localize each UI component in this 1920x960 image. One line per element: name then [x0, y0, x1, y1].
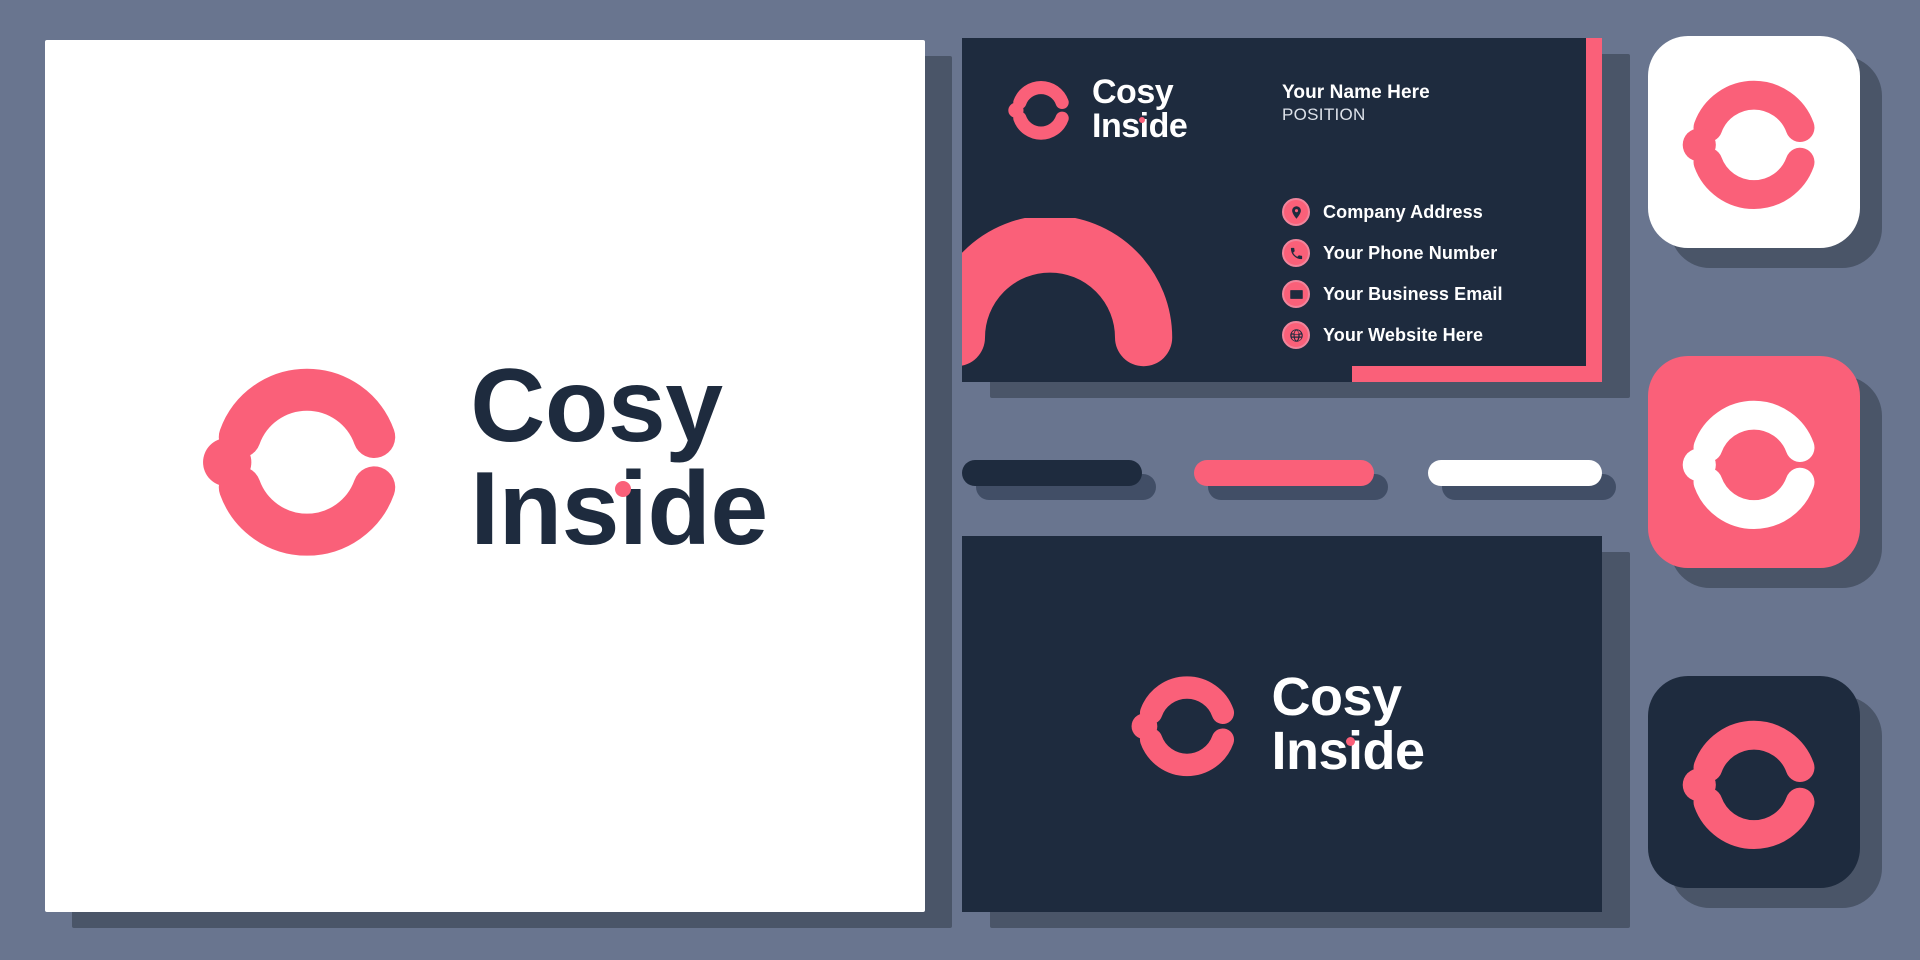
dark-board-wordmark: Cosy Inside	[1271, 667, 1425, 778]
dark-board-wordmark-line-2-text: Inside	[1271, 720, 1425, 781]
app-icon-dark-wrap	[1648, 676, 1882, 908]
app-icon-pink-wrap	[1648, 356, 1882, 588]
i-dot-accent-icon	[615, 481, 632, 498]
contact-row-website: Your Website Here	[1282, 321, 1503, 349]
contact-label-website: Your Website Here	[1323, 324, 1484, 345]
card-watermark-arc	[962, 218, 1180, 382]
wordmark-line-2: Inside	[470, 457, 768, 561]
globe-icon	[1282, 321, 1310, 349]
location-pin-icon	[1282, 198, 1310, 226]
dark-logo-board: Cosy Inside	[962, 536, 1602, 912]
phone-icon	[1282, 239, 1310, 267]
card-accent-bar-vertical	[1586, 38, 1602, 382]
dark-board-wordmark-line-1: Cosy	[1271, 667, 1402, 728]
wordmark: Cosy Inside	[470, 348, 768, 561]
contact-row-address: Company Address	[1282, 198, 1503, 226]
app-icon-light[interactable]	[1648, 36, 1860, 248]
white-swatch[interactable]	[1428, 460, 1602, 486]
letter-c-mark	[1131, 668, 1243, 780]
contact-row-email: Your Business Email	[1282, 280, 1503, 308]
letter-c-mark	[202, 353, 412, 563]
wordmark-line-2-text: Inside	[470, 451, 768, 568]
wordmark-line-1: Cosy	[470, 348, 723, 465]
card-person-name: Your Name Here	[1282, 82, 1430, 103]
business-card: Cosy Inside Your Name Here POSITION Comp…	[962, 38, 1602, 382]
i-dot-accent-icon	[1346, 736, 1356, 746]
card-accent-bar-horizontal	[1352, 366, 1602, 382]
app-icon-light-wrap	[1648, 36, 1882, 268]
dark-board-wordmark-line-2: Inside	[1271, 724, 1425, 778]
card-wordmark: Cosy Inside	[1092, 73, 1188, 146]
contact-row-phone: Your Phone Number	[1282, 239, 1503, 267]
letter-c-mark	[1682, 70, 1826, 214]
app-icon-pink[interactable]	[1648, 356, 1860, 568]
card-wordmark-line-2: Inside	[1092, 107, 1188, 146]
pink-swatch[interactable]	[1194, 460, 1374, 486]
envelope-icon	[1282, 280, 1310, 308]
letter-c-mark	[1682, 710, 1826, 854]
card-logo-lockup: Cosy Inside	[1008, 73, 1188, 146]
card-contact-list: Company Address Your Phone Number Your B…	[1282, 198, 1503, 349]
navy-swatch[interactable]	[962, 460, 1142, 486]
card-person-position: POSITION	[1282, 105, 1366, 124]
contact-label-address: Company Address	[1323, 201, 1483, 222]
letter-c-mark	[1682, 390, 1826, 534]
card-wordmark-line-1: Cosy	[1092, 73, 1174, 111]
branding-presentation-canvas: Cosy Inside Cosy Inside Your Name Here P…	[0, 0, 1920, 960]
card-wordmark-line-2-text: Inside	[1092, 107, 1188, 146]
color-swatch-row	[962, 460, 1616, 510]
letter-c-mark	[1008, 76, 1074, 142]
primary-logo-board: Cosy Inside	[45, 40, 925, 912]
card-identity-block: Your Name Here POSITION	[1282, 82, 1430, 125]
contact-label-email: Your Business Email	[1323, 283, 1503, 304]
contact-label-phone: Your Phone Number	[1323, 242, 1498, 263]
app-icon-dark[interactable]	[1648, 676, 1860, 888]
